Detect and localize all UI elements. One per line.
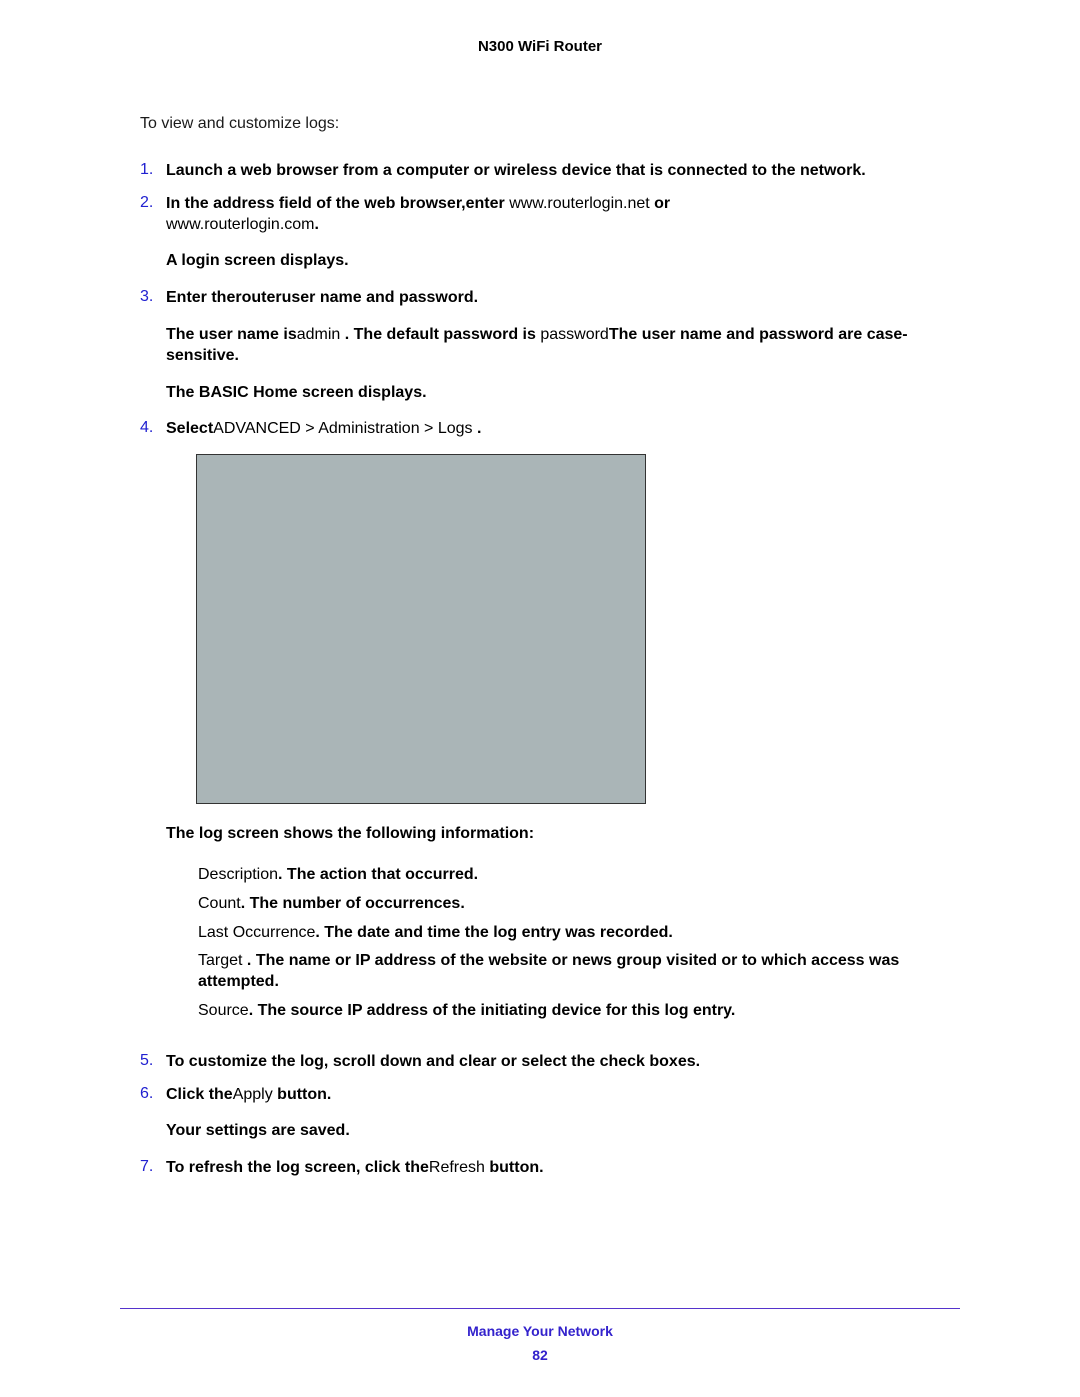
step-number: 2. (140, 194, 166, 276)
step-body: To customize the log, scroll down and cl… (166, 1052, 960, 1073)
s3-line2: The user name isadmin . The default pass… (166, 325, 960, 367)
step-body: To refresh the log screen, click theRefr… (166, 1158, 960, 1179)
s7-b: Refresh (429, 1159, 485, 1176)
s3-c: user name and password. (282, 289, 479, 306)
log-desc: The date and time the log entry was reco… (324, 924, 673, 941)
step-7: 7. To refresh the log screen, click theR… (140, 1158, 960, 1179)
footer-section-title: Manage Your Network (0, 1323, 1080, 1339)
step2-prefix: In the address field of the web browser, (166, 195, 466, 212)
step2-enter: enter (466, 195, 505, 212)
page-header: N300 WiFi Router (0, 0, 1080, 55)
log-desc: The source IP address of the initiating … (258, 1002, 736, 1019)
s3-l2b: admin (297, 326, 345, 343)
s4-path: ADVANCED > Administration > Logs (213, 420, 477, 437)
s7-c: button. (485, 1159, 544, 1176)
footer-divider (120, 1308, 960, 1309)
footer-page-number: 82 (0, 1347, 1080, 1363)
step-3: 3. Enter therouteruser name and password… (140, 288, 960, 407)
s3-l2a: The user name is (166, 326, 297, 343)
step2-login: A login screen displays. (166, 251, 960, 272)
log-dot: . (249, 1002, 258, 1019)
header-title: N300 WiFi Router (478, 38, 602, 55)
log-item: Last Occurrence. The date and time the l… (198, 923, 960, 944)
step2-or: or (654, 195, 670, 212)
step-body: Click theApply button. Your settings are… (166, 1085, 960, 1147)
log-dot: . (315, 924, 324, 941)
step-body: Enter therouteruser name and password. T… (166, 288, 960, 407)
step-number: 1. (140, 161, 166, 182)
step2-url2: www.routerlogin.com (166, 216, 315, 233)
step-body: SelectADVANCED > Administration > Logs .… (166, 419, 960, 1039)
s3-b: router (235, 289, 281, 306)
log-desc: The action that occurred. (287, 866, 478, 883)
s4-select: Select (166, 420, 213, 437)
log-dot: . (242, 952, 255, 969)
page-footer: Manage Your Network 82 (0, 1308, 1080, 1363)
log-term: Source (198, 1002, 249, 1019)
step2-dot: . (315, 216, 319, 233)
step-number: 7. (140, 1158, 166, 1179)
s3-a: Enter the (166, 289, 235, 306)
step-6: 6. Click theApply button. Your settings … (140, 1085, 960, 1147)
intro-text: To view and customize logs: (140, 115, 960, 133)
s6-c: button. (273, 1086, 332, 1103)
step-number: 4. (140, 419, 166, 1039)
step-number: 3. (140, 288, 166, 407)
step-body: In the address field of the web browser,… (166, 194, 960, 276)
step-4: 4. SelectADVANCED > Administration > Log… (140, 419, 960, 1039)
log-dot: . (241, 895, 250, 912)
log-term: Count (198, 895, 241, 912)
s3-l2c: . The default password is (345, 326, 541, 343)
log-item: Count. The number of occurrences. (198, 894, 960, 915)
step-number: 5. (140, 1052, 166, 1073)
step-1: 1. Launch a web browser from a computer … (140, 161, 960, 182)
step-number: 6. (140, 1085, 166, 1147)
s7-a: To refresh the log screen, click the (166, 1159, 429, 1176)
step-2: 2. In the address field of the web brows… (140, 194, 960, 276)
log-info-intro: The log screen shows the following infor… (166, 824, 960, 845)
log-term: Description (198, 866, 278, 883)
s6-a: Click the (166, 1086, 233, 1103)
step-body: Launch a web browser from a computer or … (166, 161, 960, 182)
s3-l2d: password (540, 326, 608, 343)
step-5: 5. To customize the log, scroll down and… (140, 1052, 960, 1073)
log-item: Description. The action that occurred. (198, 865, 960, 886)
log-item: Source. The source IP address of the ini… (198, 1001, 960, 1022)
screenshot-placeholder (196, 454, 646, 804)
step2-url1: www.routerlogin.net (505, 195, 654, 212)
content-body: To view and customize logs: 1. Launch a … (0, 55, 1080, 1179)
s6-saved: Your settings are saved. (166, 1121, 960, 1142)
log-item: Target . The name or IP address of the w… (198, 951, 960, 993)
s6-b: Apply (233, 1086, 273, 1103)
log-dot: . (278, 866, 287, 883)
log-term: Last Occurrence (198, 924, 315, 941)
s3-line3: The BASIC Home screen displays. (166, 383, 960, 404)
s4-dot: . (477, 420, 481, 437)
log-term: Target (198, 952, 242, 969)
log-desc: The number of occurrences. (250, 895, 465, 912)
log-desc: The name or IP address of the website or… (198, 952, 899, 990)
